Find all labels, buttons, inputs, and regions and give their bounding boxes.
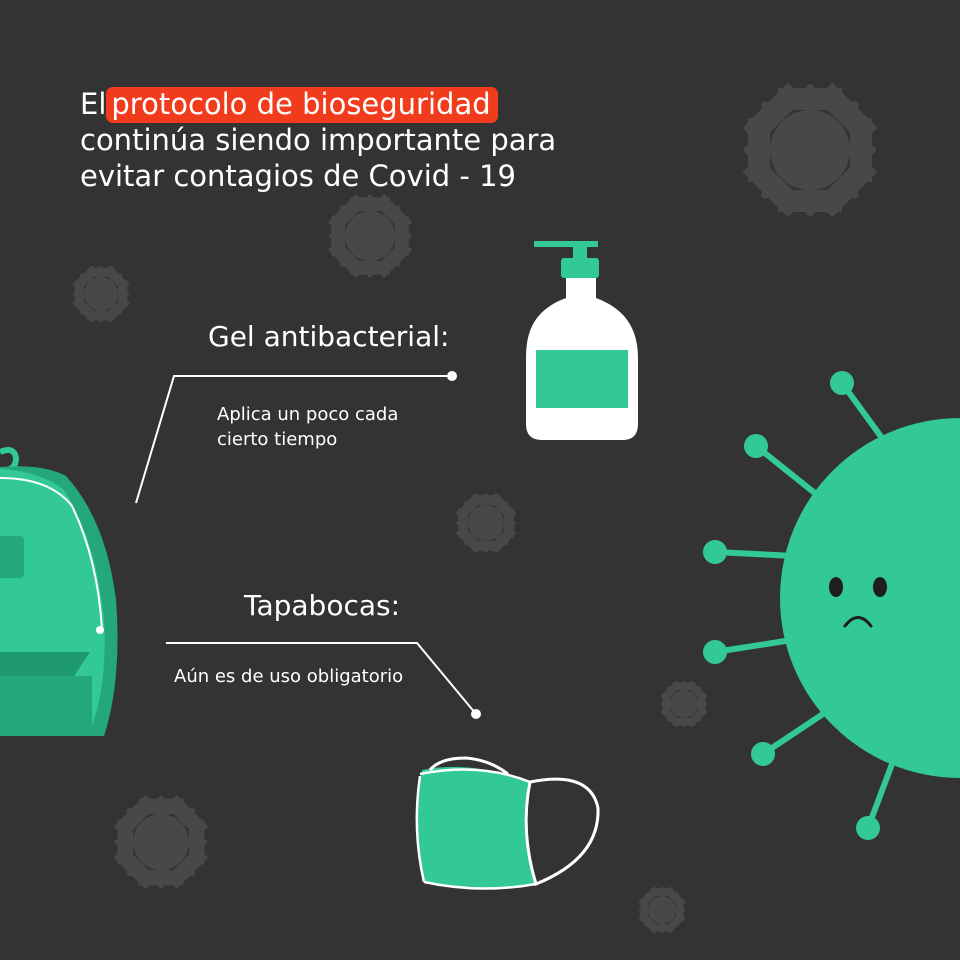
headline-highlight: protocolo de bioseguridad	[106, 87, 498, 123]
face-mask-icon	[415, 756, 600, 890]
virus-right-eye	[873, 577, 887, 597]
backpack-icon	[0, 447, 118, 736]
bg-virus-icon	[329, 195, 412, 278]
headline: El protocolo de bioseguridad continúa sie…	[80, 86, 600, 194]
bg-virus-icon	[73, 266, 129, 322]
bg-virus-icon	[639, 887, 685, 933]
gel-description-line-2: cierto tiempo	[217, 429, 338, 450]
sad-virus-icon	[703, 371, 960, 840]
mask-description: Aún es de uso obligatorio	[174, 666, 404, 687]
bg-virus-icon	[744, 84, 876, 216]
bg-virus-icon	[661, 681, 707, 727]
mask-title: Tapabocas:	[244, 589, 401, 622]
gel-pointer-dot	[447, 371, 457, 381]
virus-left-eye	[829, 577, 843, 597]
gel-description-line-1: Aplica un poco cada	[217, 404, 399, 425]
gel-title: Gel antibacterial:	[208, 320, 450, 353]
bg-virus-icon	[115, 796, 207, 888]
gel-description: Aplica un poco cada cierto tiempo	[217, 402, 398, 452]
headline-prefix: El	[80, 87, 107, 121]
bg-virus-icon	[456, 493, 515, 552]
headline-line-2: continúa siendo importante para	[80, 123, 557, 157]
soap-bottle-icon	[526, 241, 638, 440]
headline-line-3: evitar contagios de Covid - 19	[80, 159, 516, 193]
mask-pointer-dot	[471, 709, 481, 719]
